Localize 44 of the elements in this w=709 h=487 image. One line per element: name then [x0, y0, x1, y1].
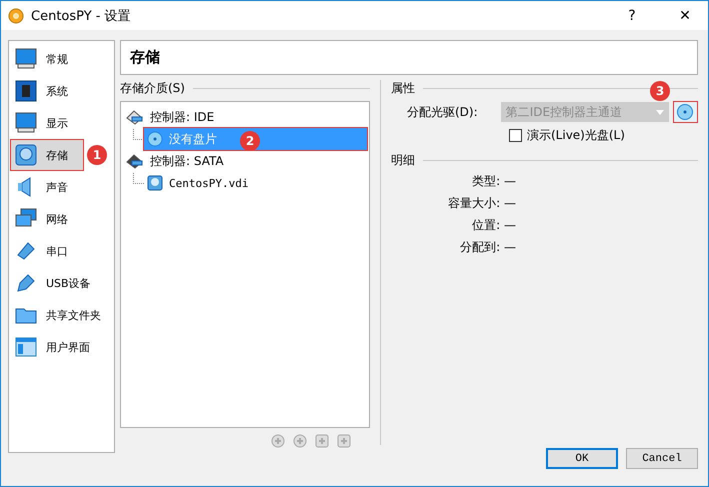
annotation-badge: 2: [240, 131, 260, 151]
add-controller-icon[interactable]: [292, 433, 308, 449]
cancel-button[interactable]: Cancel: [626, 448, 698, 469]
section-label: 存储介质(S): [120, 80, 185, 96]
sidebar-item[interactable]: USB设备: [11, 268, 94, 298]
settings-category-icon: [14, 335, 38, 359]
settings-category-icon: [14, 79, 38, 103]
disc-icon: [147, 131, 163, 147]
tree-item[interactable]: 控制器: IDE: [123, 106, 367, 128]
settings-category-icon: [14, 143, 38, 167]
sidebar-item[interactable]: 共享文件夹: [11, 300, 104, 330]
add-attachment-icon[interactable]: [336, 433, 352, 449]
detail-row-text: 位置: —: [471, 218, 516, 232]
add-controller-icon[interactable]: [270, 433, 286, 449]
settings-category-icon: [14, 111, 38, 135]
detail-row-text: 容量大小: —: [447, 196, 516, 210]
sidebar-item[interactable]: 串口: [11, 236, 71, 266]
tree-item[interactable]: 没有盘片 2: [144, 128, 367, 150]
controller-icon: [126, 153, 144, 169]
section-label: 明细: [391, 152, 415, 168]
tree-item[interactable]: 控制器: SATA: [123, 150, 367, 172]
tree-item[interactable]: CentosPY.vdi: [144, 172, 367, 194]
page-header: 存储: [120, 40, 698, 75]
sidebar-item[interactable]: 显示: [11, 108, 71, 138]
annotation-badge: 1: [87, 145, 107, 165]
sidebar-item[interactable]: 存储: [11, 140, 83, 170]
detail-row-text: 类型: —: [471, 174, 516, 188]
settings-category-icon: [14, 47, 38, 71]
disc-menu-button[interactable]: [672, 101, 698, 123]
sidebar-item[interactable]: 系统: [11, 76, 71, 106]
sidebar-item[interactable]: 声音: [11, 172, 71, 202]
sidebar-item[interactable]: 用户界面: [11, 332, 93, 362]
detail-row-text: 分配到: —: [459, 240, 516, 254]
window-title: CentosPY - 设置: [31, 8, 131, 24]
live-cd-checkbox[interactable]: 演示(Live)光盘(L): [509, 127, 698, 144]
sidebar-item[interactable]: 网络: [11, 204, 71, 234]
controller-icon: [126, 109, 144, 125]
ok-button[interactable]: OK: [546, 448, 618, 469]
annotation-badge: 3: [650, 81, 670, 101]
sidebar-item[interactable]: 常规: [11, 44, 71, 74]
field-label: 分配光驱(D):: [407, 104, 479, 120]
dropdown-arrow-icon: [656, 110, 664, 114]
add-attachment-icon[interactable]: [314, 433, 330, 449]
section-label: 属性: [391, 80, 415, 96]
